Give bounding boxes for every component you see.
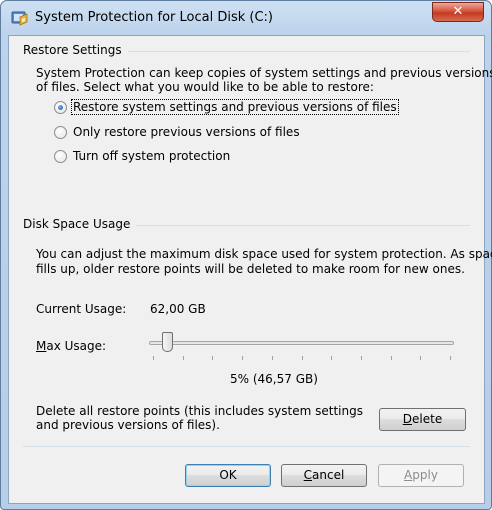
delete-button-label: elete [412, 412, 443, 426]
close-icon: ✕ [452, 4, 464, 19]
max-usage-slider-thumb[interactable] [162, 332, 173, 352]
cancel-button[interactable]: Cancel [281, 464, 367, 487]
radio-label-restore-all[interactable]: Restore system settings and previous ver… [71, 99, 399, 115]
slider-tick [183, 356, 184, 360]
delete-button-mnemonic: D [402, 412, 413, 426]
ok-button[interactable]: OK [185, 464, 271, 487]
max-usage-label: Max Usage: [36, 339, 106, 354]
slider-tick [420, 356, 421, 360]
disk-space-heading: Disk Space Usage [23, 217, 137, 231]
slider-tick [361, 356, 362, 360]
current-usage-label: Current Usage: [36, 302, 127, 316]
delete-description-line1: Delete all restore points (this includes… [36, 404, 363, 418]
dialog-client-area: Restore Settings System Protection can k… [8, 35, 492, 504]
max-usage-mnemonic: M [36, 339, 47, 353]
delete-button[interactable]: Delete [379, 408, 466, 431]
slider-tick [212, 356, 213, 360]
slider-tick [391, 356, 392, 360]
title-bar[interactable]: System Protection for Local Disk (C:) ✕ [1, 1, 491, 35]
system-protection-icon [11, 11, 28, 26]
disk-space-description-line2: fills up, older restore points will be d… [36, 262, 465, 276]
radio-button-turn-off[interactable] [54, 150, 67, 163]
restore-settings-heading: Restore Settings [23, 43, 128, 57]
max-usage-slider-track[interactable] [149, 341, 454, 345]
dialog-window: System Protection for Local Disk (C:) ✕ … [0, 0, 492, 510]
footer-divider [23, 446, 470, 447]
radio-label-previous-versions-only[interactable]: Only restore previous versions of files [72, 125, 301, 139]
radio-button-previous-versions-only[interactable] [54, 126, 67, 139]
slider-tick [153, 356, 154, 360]
slider-tick [242, 356, 243, 360]
current-usage-value: 62,00 GB [150, 302, 206, 316]
window-title: System Protection for Local Disk (C:) [35, 10, 273, 25]
cancel-button-label: ancel [312, 468, 345, 482]
apply-button-label: pply [412, 468, 438, 482]
apply-button[interactable]: Apply [378, 464, 464, 487]
slider-tick [302, 356, 303, 360]
close-button[interactable]: ✕ [432, 2, 484, 22]
slider-tick [450, 356, 451, 360]
max-usage-value: 5% (46,57 GB) [230, 372, 318, 386]
restore-settings-description-line1: System Protection can keep copies of sys… [36, 66, 492, 80]
max-usage-label-text: ax Usage: [46, 339, 107, 353]
disk-space-description-line1: You can adjust the maximum disk space us… [36, 247, 492, 261]
radio-button-restore-all[interactable] [54, 101, 67, 114]
radio-label-turn-off[interactable]: Turn off system protection [72, 149, 231, 163]
delete-description-line2: and previous versions of files). [36, 418, 220, 432]
ok-button-label: OK [219, 468, 237, 482]
slider-tick [272, 356, 273, 360]
restore-settings-description-line2: of files. Select what you would like to … [36, 80, 374, 94]
cancel-button-mnemonic: C [303, 468, 313, 482]
max-usage-slider[interactable] [149, 332, 454, 362]
slider-tick [331, 356, 332, 360]
